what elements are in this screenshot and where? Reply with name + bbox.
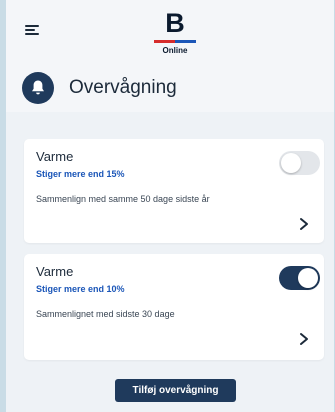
add-monitor-button[interactable]: Tilføj overvågning <box>115 379 236 402</box>
monitor-toggle[interactable] <box>279 266 320 290</box>
monitor-description: Sammenlign med samme 50 dage sidste år <box>36 194 210 204</box>
hamburger-menu-icon[interactable] <box>25 24 39 36</box>
monitor-condition: Stiger mere end 10% <box>36 284 125 294</box>
monitor-description: Sammenlignet med sidste 30 dage <box>36 309 175 319</box>
toggle-knob <box>281 153 301 173</box>
logo-letter: B <box>165 8 185 38</box>
logo-subtitle: Online <box>162 46 188 55</box>
monitor-title: Varme <box>36 149 74 164</box>
monitor-toggle[interactable] <box>279 151 320 175</box>
monitor-condition: Stiger mere end 15% <box>36 169 125 179</box>
logo: B Online <box>151 10 199 58</box>
logo-bar <box>154 40 196 43</box>
top-bar: B Online Overvågning <box>6 0 334 112</box>
chevron-right-icon[interactable] <box>298 217 310 231</box>
page-title: Overvågning <box>69 77 177 98</box>
monitor-card[interactable]: Varme Stiger mere end 15% Sammenlign med… <box>24 139 324 243</box>
bell-icon <box>22 72 54 104</box>
app-window: B Online Overvågning Varme Stiger mere e… <box>6 0 334 412</box>
chevron-right-icon[interactable] <box>298 332 310 346</box>
monitor-card[interactable]: Varme Stiger mere end 10% Sammenlignet m… <box>24 254 324 360</box>
monitor-title: Varme <box>36 264 74 279</box>
toggle-knob <box>298 268 318 288</box>
